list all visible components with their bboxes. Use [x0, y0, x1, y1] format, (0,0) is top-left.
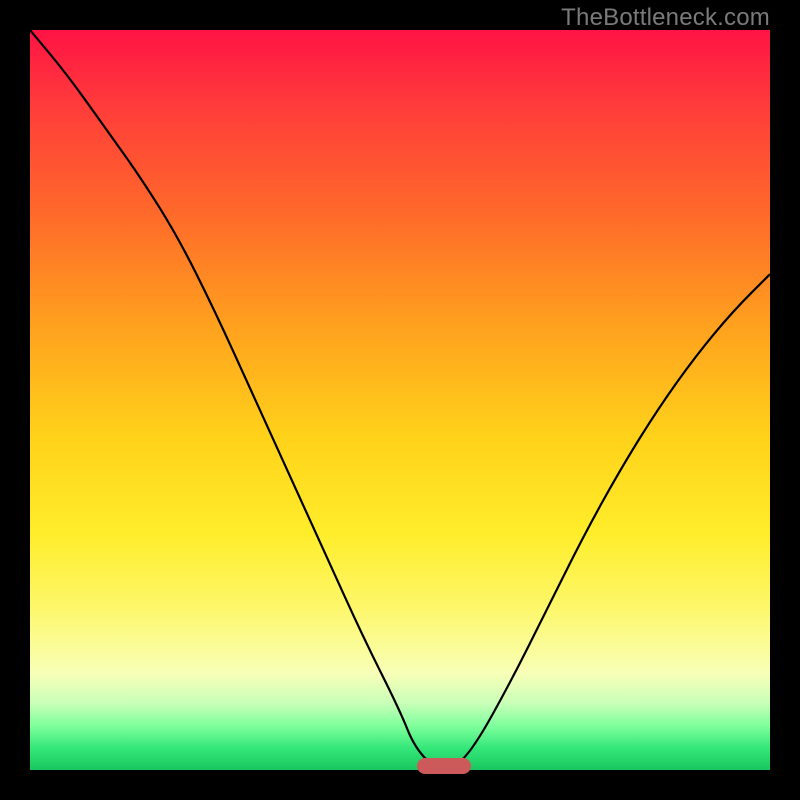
plot-area [30, 30, 770, 770]
chart-frame: TheBottleneck.com [0, 0, 800, 800]
curve-path [30, 30, 770, 770]
bottleneck-curve [30, 30, 770, 770]
optimal-marker [417, 758, 471, 774]
watermark-text: TheBottleneck.com [561, 4, 770, 32]
